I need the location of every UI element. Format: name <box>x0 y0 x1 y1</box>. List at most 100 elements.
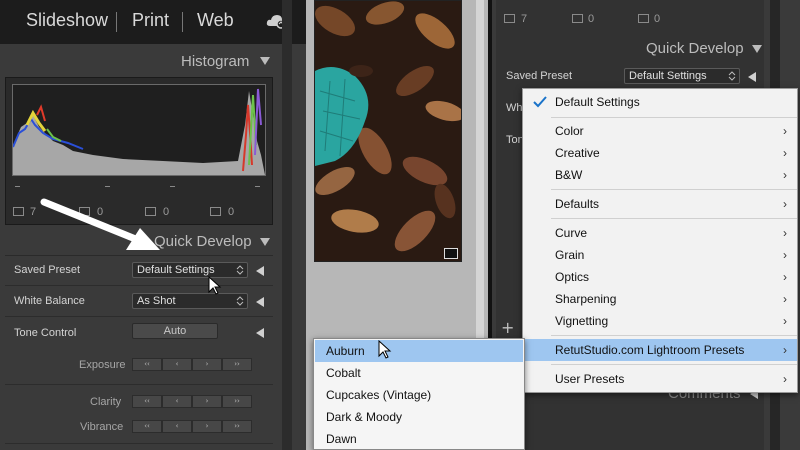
submenu-item-auburn[interactable]: Auburn <box>315 340 523 362</box>
menu-separator <box>551 189 797 190</box>
preset-menu: Default Settings Color › Creative › B&W › D… <box>522 88 798 393</box>
saved-preset-label: Saved Preset <box>506 70 573 82</box>
row-divider <box>5 443 273 444</box>
auto-tone-button[interactable]: Auto <box>132 323 218 339</box>
menu-item-label: B&W <box>555 168 583 182</box>
disclosure-triangle-icon[interactable] <box>748 72 756 82</box>
menu-item-retutstudio-presets[interactable]: RetutStudio.com Lightroom Presets › <box>523 339 797 361</box>
disclosure-triangle-icon[interactable] <box>256 266 264 276</box>
vibrance-decrease-button[interactable]: ‹ <box>162 420 192 433</box>
menu-separator <box>551 117 797 118</box>
row-divider <box>5 384 273 385</box>
clarity-decrease-button[interactable]: ‹ <box>162 395 192 408</box>
submenu-item-dawn[interactable]: Dawn <box>315 428 523 450</box>
add-icon[interactable]: + <box>501 318 514 337</box>
submenu-arrow-icon: › <box>783 124 787 138</box>
spinner-icon <box>728 71 736 81</box>
menu-item-curve[interactable]: Curve › <box>523 222 797 244</box>
menu-item-sharpening[interactable]: Sharpening › <box>523 288 797 310</box>
saved-preset-select[interactable]: Default Settings <box>624 68 740 84</box>
clarity-label: Clarity <box>90 396 122 408</box>
menu-item-label: Creative <box>555 146 600 160</box>
annotation-arrow-icon <box>40 198 160 250</box>
histogram-title[interactable]: Histogram <box>181 53 249 70</box>
histogram-tick <box>255 186 260 187</box>
photo-badge-icon[interactable] <box>444 248 458 259</box>
exposure-label: Exposure <box>79 359 126 371</box>
submenu-arrow-icon: › <box>783 292 787 306</box>
collapse-triangle-icon[interactable] <box>260 238 270 246</box>
checkmark-icon <box>533 96 547 108</box>
photo-thumbnail[interactable] <box>314 0 465 262</box>
spinner-icon <box>236 265 244 275</box>
submenu-arrow-icon: › <box>783 168 787 182</box>
menu-item-label: User Presets <box>555 372 625 386</box>
menu-item-user-presets[interactable]: User Presets › <box>523 368 797 390</box>
clarity-increase-large-button[interactable]: ›› <box>222 395 252 408</box>
histogram-curve <box>12 88 265 175</box>
module-slideshow[interactable]: Slideshow <box>26 10 108 31</box>
histogram-stat: 7 <box>521 13 528 25</box>
row-divider <box>5 316 273 317</box>
menu-separator <box>551 218 797 219</box>
saved-preset-select[interactable]: Default Settings <box>132 262 248 278</box>
histogram-tick <box>105 186 110 187</box>
submenu-arrow-icon: › <box>783 146 787 160</box>
menu-item-creative[interactable]: Creative › <box>523 142 797 164</box>
collapse-triangle-icon[interactable] <box>260 57 270 65</box>
left-panel: Slideshow Print Web Histogram 7 0 0 0 Qu… <box>0 0 306 450</box>
white-balance-label: White Balance <box>14 295 85 307</box>
disclosure-triangle-icon[interactable] <box>256 297 264 307</box>
clarity-increase-button[interactable]: › <box>192 395 222 408</box>
quick-develop-title[interactable]: Quick Develop <box>646 40 744 57</box>
histogram-stat: 0 <box>588 13 595 25</box>
exposure-increase-button[interactable]: › <box>192 358 222 371</box>
submenu-item-cupcakes-vintage[interactable]: Cupcakes (Vintage) <box>315 384 523 406</box>
collapse-triangle-icon[interactable] <box>752 45 762 53</box>
menu-item-defaults[interactable]: Defaults › <box>523 193 797 215</box>
menu-item-bw[interactable]: B&W › <box>523 164 797 186</box>
module-web[interactable]: Web <box>197 10 234 31</box>
menu-item-color[interactable]: Color › <box>523 120 797 142</box>
submenu-item-cobalt[interactable]: Cobalt <box>315 362 523 384</box>
exposure-decrease-button[interactable]: ‹ <box>162 358 192 371</box>
submenu-item-dark-moody[interactable]: Dark & Moody <box>315 406 523 428</box>
white-balance-label: Wh <box>506 102 523 114</box>
menu-item-vignetting[interactable]: Vignetting › <box>523 310 797 332</box>
white-balance-select[interactable]: As Shot <box>132 293 248 309</box>
row-divider <box>5 285 273 286</box>
white-balance-value: As Shot <box>137 295 176 307</box>
submenu-arrow-icon: › <box>783 197 787 211</box>
submenu-arrow-icon: › <box>783 314 787 328</box>
exposure-decrease-large-button[interactable]: ‹‹ <box>132 358 162 371</box>
menu-item-default-settings[interactable]: Default Settings <box>523 91 797 113</box>
exposure-increase-large-button[interactable]: ›› <box>222 358 252 371</box>
histogram-graph[interactable] <box>12 84 266 176</box>
submenu-arrow-icon: › <box>783 270 787 284</box>
crop-icon <box>572 14 583 23</box>
vibrance-increase-large-button[interactable]: ›› <box>222 420 252 433</box>
quick-develop-title[interactable]: Quick Develop <box>154 233 252 250</box>
module-print[interactable]: Print <box>132 10 169 31</box>
menu-item-label: RetutStudio.com Lightroom Presets <box>555 343 745 357</box>
menu-item-optics[interactable]: Optics › <box>523 266 797 288</box>
menu-item-grain[interactable]: Grain › <box>523 244 797 266</box>
menu-separator <box>551 335 797 336</box>
menu-item-label: Defaults <box>555 197 600 211</box>
menu-item-label: Optics <box>555 270 590 284</box>
vibrance-label: Vibrance <box>80 421 124 433</box>
photo-count-icon <box>13 207 24 216</box>
clarity-decrease-large-button[interactable]: ‹‹ <box>132 395 162 408</box>
submenu-arrow-icon: › <box>783 343 787 357</box>
histogram-tick <box>170 186 175 187</box>
disclosure-triangle-icon[interactable] <box>256 328 264 338</box>
tone-control-label: Tone Control <box>14 327 77 339</box>
vibrance-decrease-large-button[interactable]: ‹‹ <box>132 420 162 433</box>
saved-preset-label: Saved Preset <box>14 264 81 276</box>
aperture-icon <box>638 14 649 23</box>
vibrance-increase-button[interactable]: › <box>192 420 222 433</box>
menu-item-label: Color <box>555 124 584 138</box>
photo-count-icon <box>504 14 515 23</box>
histogram-stat: 7 <box>30 206 37 218</box>
left-scrollbar[interactable] <box>282 0 292 450</box>
